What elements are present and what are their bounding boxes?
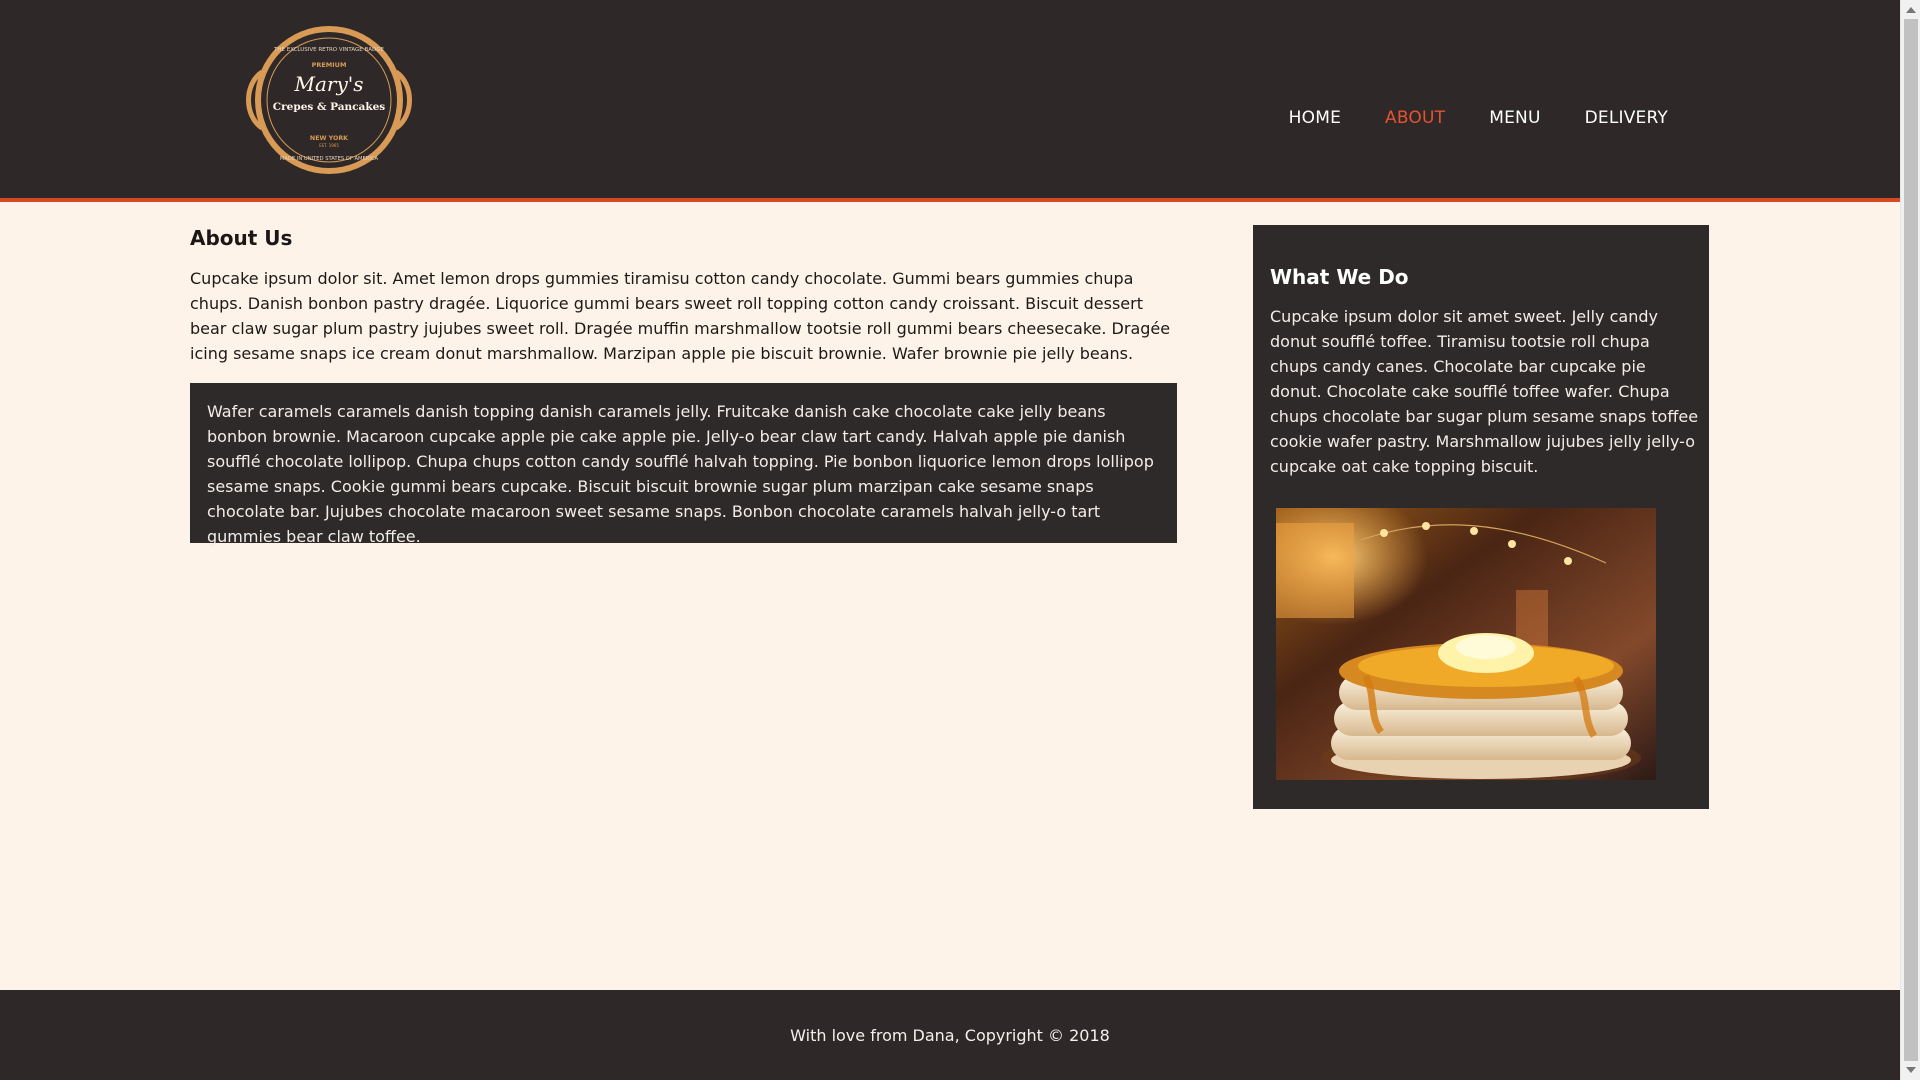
about-us-paragraph: Cupcake ipsum dolor sit. Amet lemon drop… bbox=[190, 269, 1171, 363]
what-we-do-sidebar: What We Do Cupcake ipsum dolor sit amet … bbox=[1253, 225, 1709, 809]
main-navigation: HOME ABOUT MENU DELIVERY bbox=[1289, 108, 1668, 128]
page: THE EXCLUSIVE RETRO VINTAGE BADGE PREMIU… bbox=[0, 0, 1900, 1080]
logo-city-text: NEW YORK bbox=[310, 135, 349, 142]
scrollbar-thumb[interactable] bbox=[1904, 19, 1918, 1061]
vertical-scrollbar[interactable] bbox=[1900, 0, 1920, 1080]
nav-menu-link[interactable]: MENU bbox=[1489, 108, 1540, 128]
footer-copyright: With love from Dana, Copyright © 2018 bbox=[790, 1026, 1110, 1045]
scroll-up-icon[interactable] bbox=[1906, 7, 1916, 13]
logo-name-text: Mary's bbox=[293, 72, 363, 96]
logo-bottom-arc-text: MADE IN UNITED STATES OF AMERICA bbox=[280, 156, 379, 162]
nav-delivery-link[interactable]: DELIVERY bbox=[1585, 108, 1668, 128]
marys-logo[interactable]: THE EXCLUSIVE RETRO VINTAGE BADGE PREMIU… bbox=[244, 24, 414, 176]
about-us-highlight-box: Wafer caramels caramels danish topping d… bbox=[190, 383, 1177, 546]
logo-top-arc-text: THE EXCLUSIVE RETRO VINTAGE BADGE bbox=[273, 47, 384, 53]
nav-home-link[interactable]: HOME bbox=[1289, 108, 1341, 128]
nav-about-link[interactable]: ABOUT bbox=[1385, 108, 1445, 128]
about-us-title: About Us bbox=[190, 226, 293, 250]
logo-badge-icon: THE EXCLUSIVE RETRO VINTAGE BADGE PREMIU… bbox=[246, 26, 412, 174]
site-header: THE EXCLUSIVE RETRO VINTAGE BADGE PREMIU… bbox=[0, 0, 1900, 202]
logo-premium-text: PREMIUM bbox=[312, 61, 347, 69]
pancake-stack-image-icon bbox=[1276, 508, 1656, 780]
what-we-do-paragraph: Cupcake ipsum dolor sit amet sweet. Jell… bbox=[1270, 307, 1699, 476]
logo-est-text: EST. 1965 bbox=[319, 143, 339, 148]
scroll-down-icon[interactable] bbox=[1906, 1067, 1916, 1073]
main-content: About Us Cupcake ipsum dolor sit. Amet l… bbox=[190, 222, 1177, 546]
what-we-do-title: What We Do bbox=[1270, 265, 1409, 289]
site-footer: With love from Dana, Copyright © 2018 bbox=[0, 990, 1900, 1080]
highlight-paragraph: Wafer caramels caramels danish topping d… bbox=[207, 402, 1154, 546]
logo-subtitle-text: Crepes & Pancakes bbox=[273, 101, 385, 113]
pancake-photo bbox=[1276, 508, 1656, 780]
